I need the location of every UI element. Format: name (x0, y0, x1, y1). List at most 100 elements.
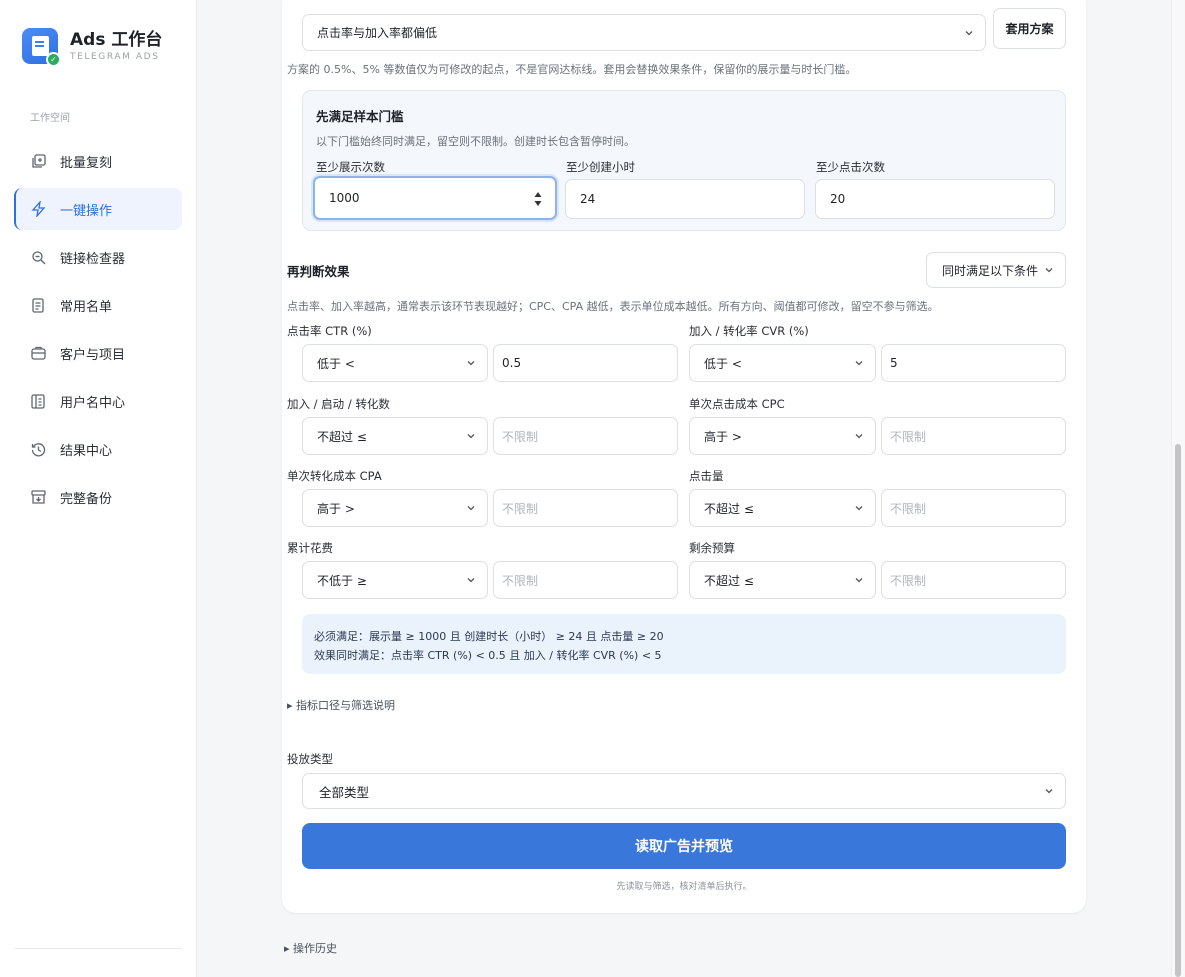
cpc-value-input[interactable]: 不限制 (881, 417, 1066, 455)
sidebar-item-label: 客户与项目 (60, 347, 126, 363)
clicks-operator-select[interactable]: 不超过 ≤ (689, 489, 876, 527)
sidebar-item-clients[interactable]: 客户与项目 (14, 332, 182, 374)
effect-hint: 点击率、加入率越高，通常表示该环节表现越好；CPC、CPA 越低，表示单位成本越… (287, 300, 939, 313)
budget-operator-select[interactable]: 不超过 ≤ (689, 561, 876, 599)
workspace-label: 工作空间 (30, 113, 70, 124)
sidebar-item-label: 一键操作 (60, 203, 113, 219)
cvr-label: 加入 / 转化率 CVR (%) (689, 324, 809, 338)
list-doc-icon (30, 297, 46, 313)
clicks-operator-value: 不超过 ≤ (704, 501, 754, 516)
brand-subtitle: TELEGRAM ADS (70, 52, 160, 62)
scrollbar-thumb[interactable] (1175, 444, 1181, 977)
operation-history-toggle[interactable]: ▸ 操作历史 (284, 940, 337, 956)
sidebar-item-backup[interactable]: 完整备份 (14, 476, 182, 518)
chevron-down-icon (855, 578, 863, 583)
min-clicks-input[interactable]: 20 (815, 179, 1055, 219)
sidebar-item-link-checker[interactable]: 链接检查器 (14, 236, 182, 278)
footer-hint: 先读取与筛选，核对清单后执行。 (616, 882, 752, 892)
briefcase-icon (30, 345, 46, 361)
cpc-operator-select[interactable]: 高于 > (689, 417, 876, 455)
min-impressions-value: 1000 (329, 191, 360, 205)
min-impressions-input[interactable]: 1000 (313, 176, 557, 220)
preset-select[interactable]: 点击率与加入率都偏低 (302, 14, 986, 51)
min-clicks-value: 20 (830, 192, 846, 206)
number-stepper-icon[interactable] (533, 190, 543, 208)
cpa-value-input[interactable]: 不限制 (493, 489, 678, 527)
min-hours-input[interactable]: 24 (565, 179, 805, 219)
sidebar-item-common-list[interactable]: 常用名单 (14, 284, 182, 326)
chevron-down-icon (855, 434, 863, 439)
cvr-value: 5 (890, 356, 898, 370)
lightning-icon (30, 201, 46, 217)
sidebar-item-label: 链接检查器 (60, 251, 126, 267)
min-hours-value: 24 (580, 192, 596, 206)
conversions-operator-value: 不超过 ≤ (317, 429, 367, 444)
fetch-and-preview-button[interactable]: 读取广告并预览 (302, 823, 1066, 869)
chevron-down-icon (467, 506, 475, 511)
sidebar-item-one-click[interactable]: 一键操作 (14, 188, 182, 230)
match-mode-select[interactable]: 同时满足以下条件 (926, 252, 1066, 288)
spend-value-input[interactable]: 不限制 (493, 561, 678, 599)
cpc-placeholder: 不限制 (890, 429, 927, 444)
chevron-down-icon (467, 361, 475, 366)
match-mode-value: 同时满足以下条件 (942, 263, 1039, 278)
sidebar-item-label: 常用名单 (60, 299, 113, 315)
sidebar-item-username-center[interactable]: 用户名中心 (14, 380, 182, 422)
threshold-title: 先满足样本门槛 (316, 109, 404, 124)
brand-logo-icon: ✓ (22, 28, 61, 67)
username-card-icon (30, 393, 46, 409)
spend-operator-select[interactable]: 不低于 ≥ (302, 561, 488, 599)
cpa-placeholder: 不限制 (502, 501, 539, 516)
brand-title: Ads 工作台 (70, 30, 163, 50)
search-link-icon (30, 249, 46, 265)
spend-placeholder: 不限制 (502, 573, 539, 588)
history-clock-icon (30, 441, 46, 457)
chevron-down-icon (965, 31, 973, 36)
conversions-value-input[interactable]: 不限制 (493, 417, 678, 455)
ctr-operator-value: 低于 < (317, 356, 355, 371)
archive-box-icon (30, 489, 46, 505)
spend-operator-value: 不低于 ≥ (317, 573, 367, 588)
chevron-down-icon (467, 578, 475, 583)
sidebar-divider (14, 948, 182, 949)
delivery-type-select[interactable]: 全部类型 (302, 773, 1066, 809)
chevron-down-icon (1045, 268, 1053, 273)
summary-required-line: 必须满足：展示量 ≥ 1000 且 创建时长（小时） ≥ 24 且 点击量 ≥ … (314, 630, 664, 643)
sidebar-item-label: 用户名中心 (60, 395, 126, 411)
sidebar-item-results[interactable]: 结果中心 (14, 428, 182, 470)
budget-value-input[interactable]: 不限制 (881, 561, 1066, 599)
min-hours-label: 至少创建小时 (566, 160, 635, 174)
cvr-operator-value: 低于 < (704, 356, 742, 371)
sidebar-item-label: 批量复刻 (60, 155, 113, 171)
budget-label: 剩余预算 (689, 541, 735, 555)
ctr-value-input[interactable]: 0.5 (493, 344, 678, 382)
cpc-operator-value: 高于 > (704, 429, 742, 444)
ctr-label: 点击率 CTR (%) (287, 324, 372, 338)
cvr-value-input[interactable]: 5 (881, 344, 1066, 382)
budget-operator-value: 不超过 ≤ (704, 573, 754, 588)
cvr-operator-select[interactable]: 低于 < (689, 344, 876, 382)
conversions-label: 加入 / 启动 / 转化数 (287, 397, 390, 411)
metric-details-toggle[interactable]: ▸ 指标口径与筛选说明 (287, 697, 395, 713)
threshold-hint: 以下门槛始终同时满足，留空则不限制。创建时长包含暂停时间。 (316, 135, 635, 148)
chevron-down-icon (467, 434, 475, 439)
delivery-type-value: 全部类型 (319, 784, 370, 800)
chevron-down-icon (855, 361, 863, 366)
clicks-value-input[interactable]: 不限制 (881, 489, 1066, 527)
conversions-operator-select[interactable]: 不超过 ≤ (302, 417, 488, 455)
clicks-label: 点击量 (689, 469, 724, 483)
chevron-down-icon (1045, 789, 1053, 794)
clicks-placeholder: 不限制 (890, 501, 927, 516)
budget-placeholder: 不限制 (890, 573, 927, 588)
filter-summary: 必须满足：展示量 ≥ 1000 且 创建时长（小时） ≥ 24 且 点击量 ≥ … (302, 614, 1066, 674)
sidebar: ✓ Ads 工作台 TELEGRAM ADS 工作空间 批量复刻 一键操作 链接… (0, 0, 197, 977)
preset-hint: 方案的 0.5%、5% 等数值仅为可修改的起点，不是官网达标线。套用会替换效果条… (287, 63, 857, 76)
sidebar-item-batch-copy[interactable]: 批量复刻 (14, 140, 182, 182)
brand[interactable]: ✓ Ads 工作台 TELEGRAM ADS (22, 28, 163, 67)
apply-preset-button[interactable]: 套用方案 (993, 8, 1066, 49)
sidebar-item-label: 结果中心 (60, 443, 113, 459)
cpa-operator-value: 高于 > (317, 501, 355, 516)
sidebar-item-label: 完整备份 (60, 491, 113, 507)
cpa-operator-select[interactable]: 高于 > (302, 489, 488, 527)
ctr-operator-select[interactable]: 低于 < (302, 344, 488, 382)
